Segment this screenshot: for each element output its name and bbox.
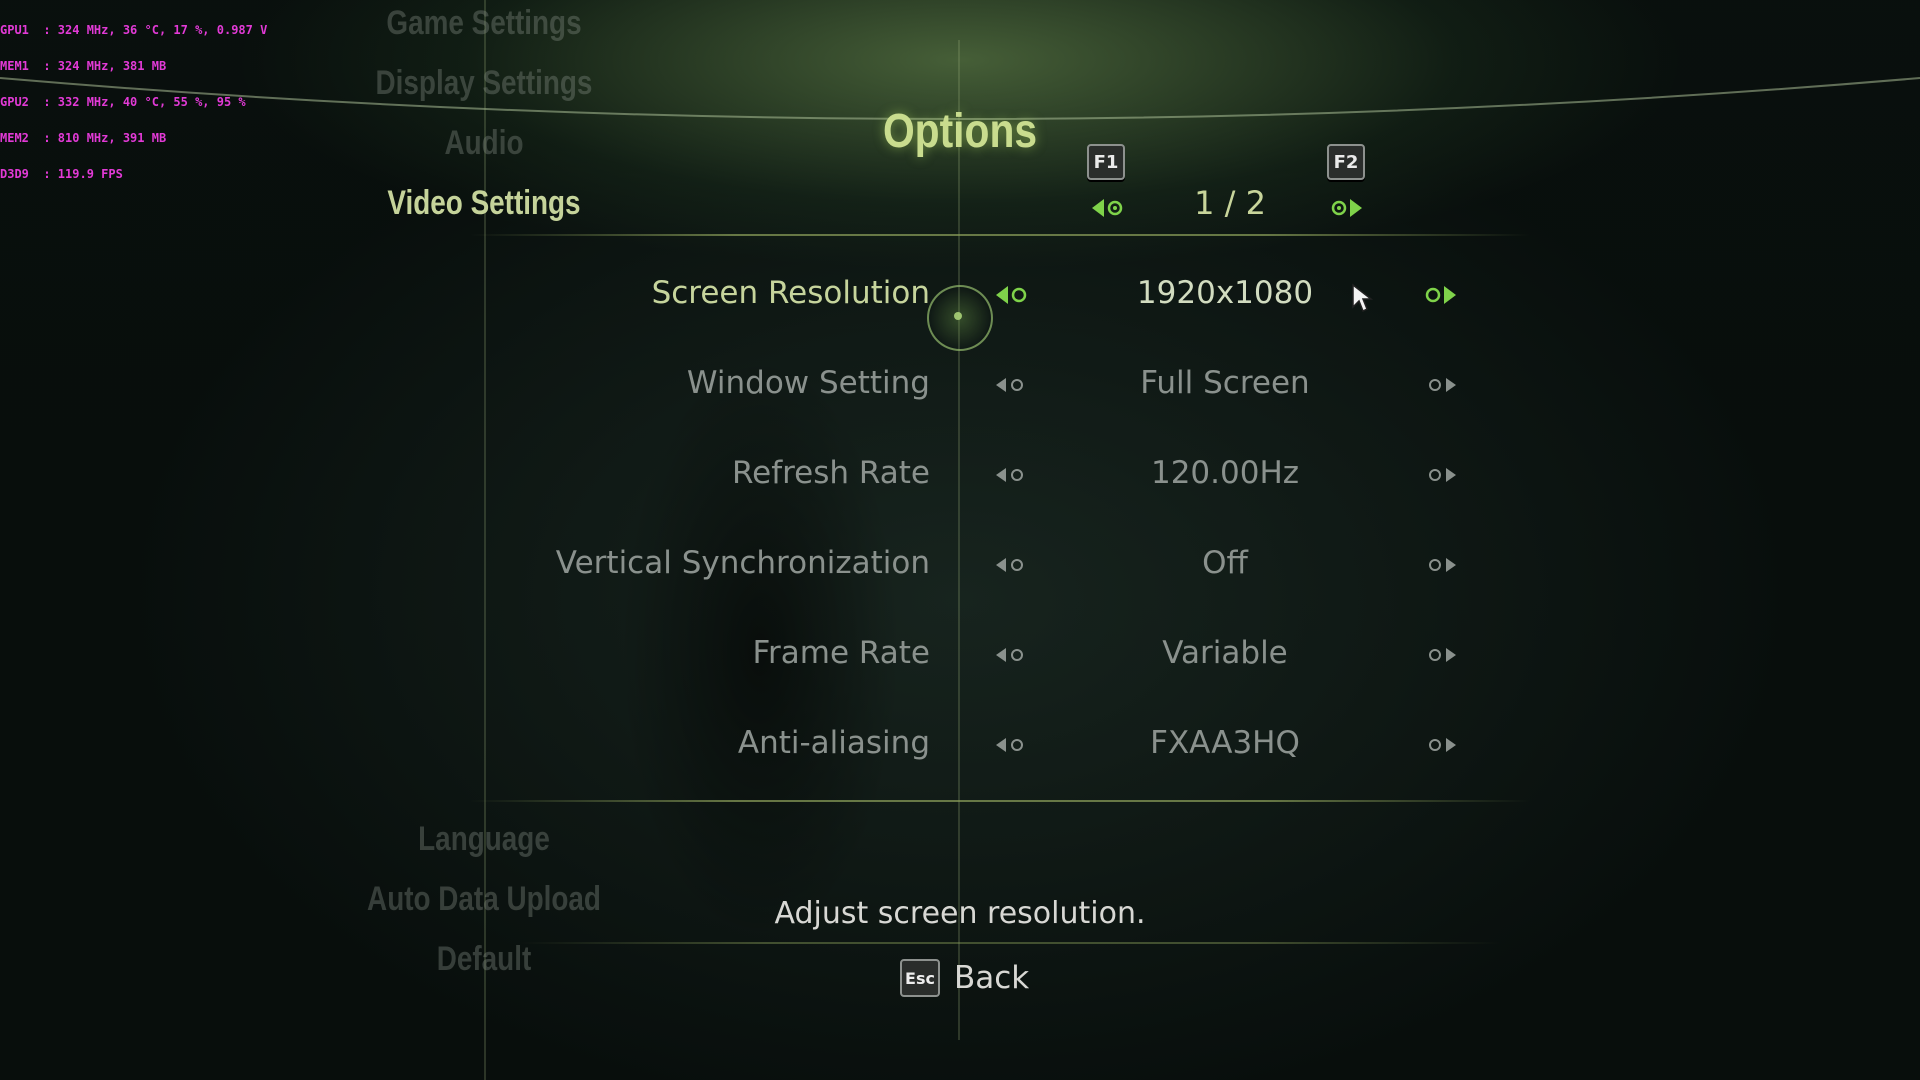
setting-label-frame-rate[interactable]: Frame Rate (440, 635, 930, 671)
next-page-arrow-icon[interactable] (1328, 196, 1364, 220)
focus-dot (954, 312, 962, 320)
frame-rate-increase-icon[interactable] (1422, 643, 1458, 667)
prev-page-key[interactable]: F1 (1087, 144, 1125, 180)
menu-item-audio[interactable]: Audio (312, 124, 656, 163)
back-button[interactable]: Esc Back (900, 958, 1029, 998)
menu-item-display-settings[interactable]: Display Settings (312, 64, 656, 103)
setting-value-vertical-synchronization: Off (1202, 545, 1248, 581)
setting-value-window-setting: Full Screen (1140, 365, 1310, 401)
bottom-rule (470, 800, 1530, 802)
vsync-increase-icon[interactable] (1422, 553, 1458, 577)
screen-resolution-increase-icon[interactable] (1422, 283, 1458, 307)
osd-line: GPU2 : 332 MHz, 40 °C, 55 %, 95 % (0, 95, 246, 109)
menu-item-game-settings[interactable]: Game Settings (312, 4, 656, 43)
back-label[interactable]: Back (954, 960, 1029, 996)
center-divider (958, 40, 960, 1040)
frame-rate-decrease-icon[interactable] (994, 643, 1030, 667)
anti-aliasing-increase-icon[interactable] (1422, 733, 1458, 757)
top-rule (470, 234, 1530, 236)
setting-label-anti-aliasing[interactable]: Anti-aliasing (440, 725, 930, 761)
screen-resolution-decrease-icon[interactable] (994, 283, 1030, 307)
page-indicator: 1 / 2 (1194, 184, 1266, 222)
setting-value-anti-aliasing: FXAA3HQ (1150, 725, 1300, 761)
setting-label-window-setting[interactable]: Window Setting (440, 365, 930, 401)
menu-item-auto-data-upload[interactable]: Auto Data Upload (312, 880, 656, 919)
vsync-decrease-icon[interactable] (994, 553, 1030, 577)
menu-item-default[interactable]: Default (312, 940, 656, 979)
prev-page-arrow-icon[interactable] (1090, 196, 1126, 220)
osd-overlay: GPU1 : 324 MHz, 36 °C, 17 %, 0.987 V MEM… (0, 0, 267, 192)
osd-line: GPU1 : 324 MHz, 36 °C, 17 %, 0.987 V (0, 23, 268, 37)
refresh-rate-decrease-icon[interactable] (994, 463, 1030, 487)
next-page-key[interactable]: F2 (1327, 144, 1365, 180)
desc-rule (520, 942, 1500, 944)
window-setting-increase-icon[interactable] (1422, 373, 1458, 397)
setting-value-screen-resolution: 1920x1080 (1136, 275, 1314, 311)
setting-label-refresh-rate[interactable]: Refresh Rate (440, 455, 930, 491)
esc-key[interactable]: Esc (900, 959, 940, 997)
osd-line: MEM1 : 324 MHz, 381 MB (0, 59, 167, 73)
setting-value-refresh-rate: 120.00Hz (1150, 455, 1300, 491)
setting-description: Adjust screen resolution. (774, 896, 1146, 931)
menu-item-language[interactable]: Language (312, 820, 656, 859)
refresh-rate-increase-icon[interactable] (1422, 463, 1458, 487)
setting-label-screen-resolution[interactable]: Screen Resolution (440, 275, 930, 311)
page-title: Options (882, 105, 1038, 158)
mouse-cursor-icon (1352, 283, 1373, 313)
osd-line: D3D9 : 119.9 FPS (0, 167, 123, 181)
osd-line: MEM2 : 810 MHz, 391 MB (0, 131, 167, 145)
menu-item-video-settings[interactable]: Video Settings (312, 184, 656, 223)
setting-value-frame-rate: Variable (1162, 635, 1288, 671)
anti-aliasing-decrease-icon[interactable] (994, 733, 1030, 757)
window-setting-decrease-icon[interactable] (994, 373, 1030, 397)
setting-label-vertical-synchronization[interactable]: Vertical Synchronization (440, 545, 930, 581)
